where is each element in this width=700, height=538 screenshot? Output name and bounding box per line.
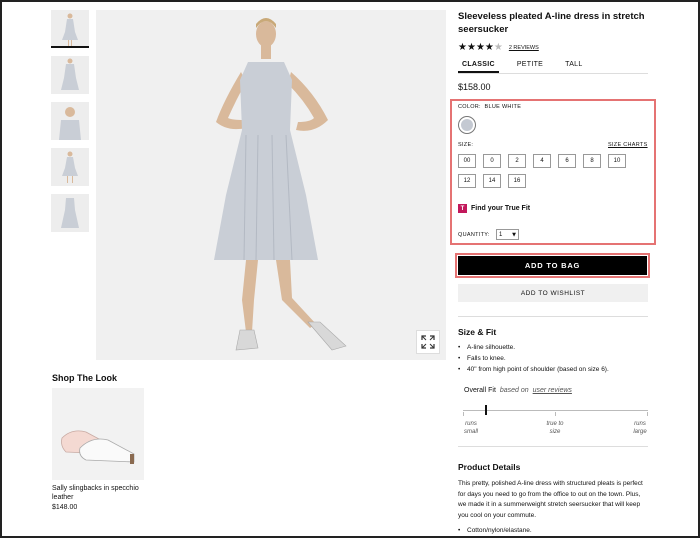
thumbnail-2[interactable]	[51, 56, 89, 94]
model-photo	[214, 18, 347, 351]
fit-scale-runs-small: runs small	[463, 421, 478, 435]
list-item: Cotton/nylon/elastane.	[458, 525, 650, 536]
size-button-4[interactable]: 4	[533, 154, 551, 168]
chevron-down-icon: ▼	[512, 231, 516, 238]
size-label: SIZE:	[458, 142, 474, 148]
shop-the-look-heading: Shop The Look	[52, 373, 117, 383]
shop-the-look-item-name[interactable]: Sally slingbacks in specchio leather	[52, 484, 152, 502]
color-value: BLUE WHITE	[484, 104, 522, 110]
tab-petite[interactable]: PETITE	[513, 58, 547, 73]
expand-image-button[interactable]	[416, 330, 440, 354]
quantity-label: QUANTITY:	[458, 232, 490, 238]
add-to-wishlist-button[interactable]: ADD TO WISHLIST	[458, 284, 648, 302]
size-button-12[interactable]: 12	[458, 174, 476, 188]
tab-tall[interactable]: TALL	[561, 58, 586, 73]
size-button-6[interactable]: 6	[558, 154, 576, 168]
product-description: This pretty, polished A-line dress with …	[458, 479, 650, 536]
truefit-label: Find your True Fit	[471, 205, 531, 212]
user-reviews-link[interactable]: user reviews	[533, 387, 572, 394]
thumbnail-1[interactable]	[51, 10, 89, 48]
quantity-value: 1	[499, 231, 503, 238]
expand-icon	[421, 335, 435, 349]
truefit-link[interactable]: T Find your True Fit	[458, 204, 530, 213]
tab-classic[interactable]: CLASSIC	[458, 58, 499, 73]
shop-the-look-image[interactable]	[52, 388, 144, 480]
main-product-image[interactable]	[96, 10, 446, 360]
size-button-10[interactable]: 10	[608, 154, 626, 168]
truefit-logo-icon: T	[458, 204, 467, 213]
star-icon: ★	[458, 42, 467, 53]
description-text: This pretty, polished A-line dress with …	[458, 480, 643, 519]
thumbnail-4[interactable]	[51, 148, 89, 186]
fit-scale-runs-large: runs large	[633, 421, 647, 435]
list-item: A-line silhouette.	[458, 342, 609, 353]
star-icon: ★	[466, 42, 476, 53]
rating: ★★★★★ 2 REVIEWS	[458, 42, 539, 53]
fit-scale-marker	[485, 405, 488, 415]
fit-tabs: CLASSIC PETITE TALL	[458, 58, 648, 74]
fit-scale-tick	[463, 412, 464, 416]
fit-scale-true-to-size: true to size	[546, 421, 564, 435]
thumbnail-gallery	[51, 10, 91, 240]
size-button-0[interactable]: 0	[483, 154, 501, 168]
list-item: Falls to knee.	[458, 353, 609, 364]
product-title: Sleeveless pleated A-line dress in stret…	[458, 11, 645, 35]
size-button-8[interactable]: 8	[583, 154, 601, 168]
size-button-00[interactable]: 00	[458, 154, 476, 168]
overall-fit-label: Overall Fit	[464, 387, 496, 394]
size-charts-link[interactable]: SIZE CHARTS	[608, 142, 648, 148]
based-on-text: based on	[499, 387, 529, 394]
list-item: 40" from high point of shoulder (based o…	[458, 364, 609, 375]
color-label: COLOR: BLUE WHITE	[458, 104, 522, 110]
product-details-heading: Product Details	[458, 462, 521, 472]
thumbnail-5[interactable]	[51, 194, 89, 232]
color-swatch-blue-white[interactable]	[458, 116, 476, 134]
star-icon: ★	[493, 42, 503, 53]
reviews-link[interactable]: 2 REVIEWS	[509, 45, 539, 51]
shoe-image	[61, 430, 135, 464]
add-to-bag-button[interactable]: ADD TO BAG	[458, 256, 647, 275]
size-fit-heading: Size & Fit	[458, 327, 497, 337]
size-grid: 00 0 2 4 6 8 10 12 14 16	[458, 154, 638, 194]
fit-scale-track	[463, 410, 648, 411]
fit-scale-tick	[555, 412, 556, 416]
star-icon: ★	[475, 42, 485, 53]
star-icon: ★	[484, 42, 494, 53]
size-button-2[interactable]: 2	[508, 154, 526, 168]
shop-the-look-item-price: $148.00	[52, 504, 78, 511]
divider	[458, 446, 648, 447]
size-fit-list: A-line silhouette. Falls to knee. 40" fr…	[458, 342, 609, 375]
divider	[458, 316, 648, 317]
thumbnail-3[interactable]	[51, 102, 89, 140]
product-price: $158.00	[458, 82, 491, 92]
size-button-14[interactable]: 14	[483, 174, 501, 188]
quantity-select[interactable]: 1 ▼	[496, 229, 519, 240]
overall-fit: Overall Fit based on user reviews	[464, 387, 572, 394]
details-list: Cotton/nylon/elastane.	[458, 525, 650, 536]
fit-scale-tick	[647, 412, 648, 416]
rating-stars: ★★★★★	[458, 42, 503, 53]
size-button-16[interactable]: 16	[508, 174, 526, 188]
